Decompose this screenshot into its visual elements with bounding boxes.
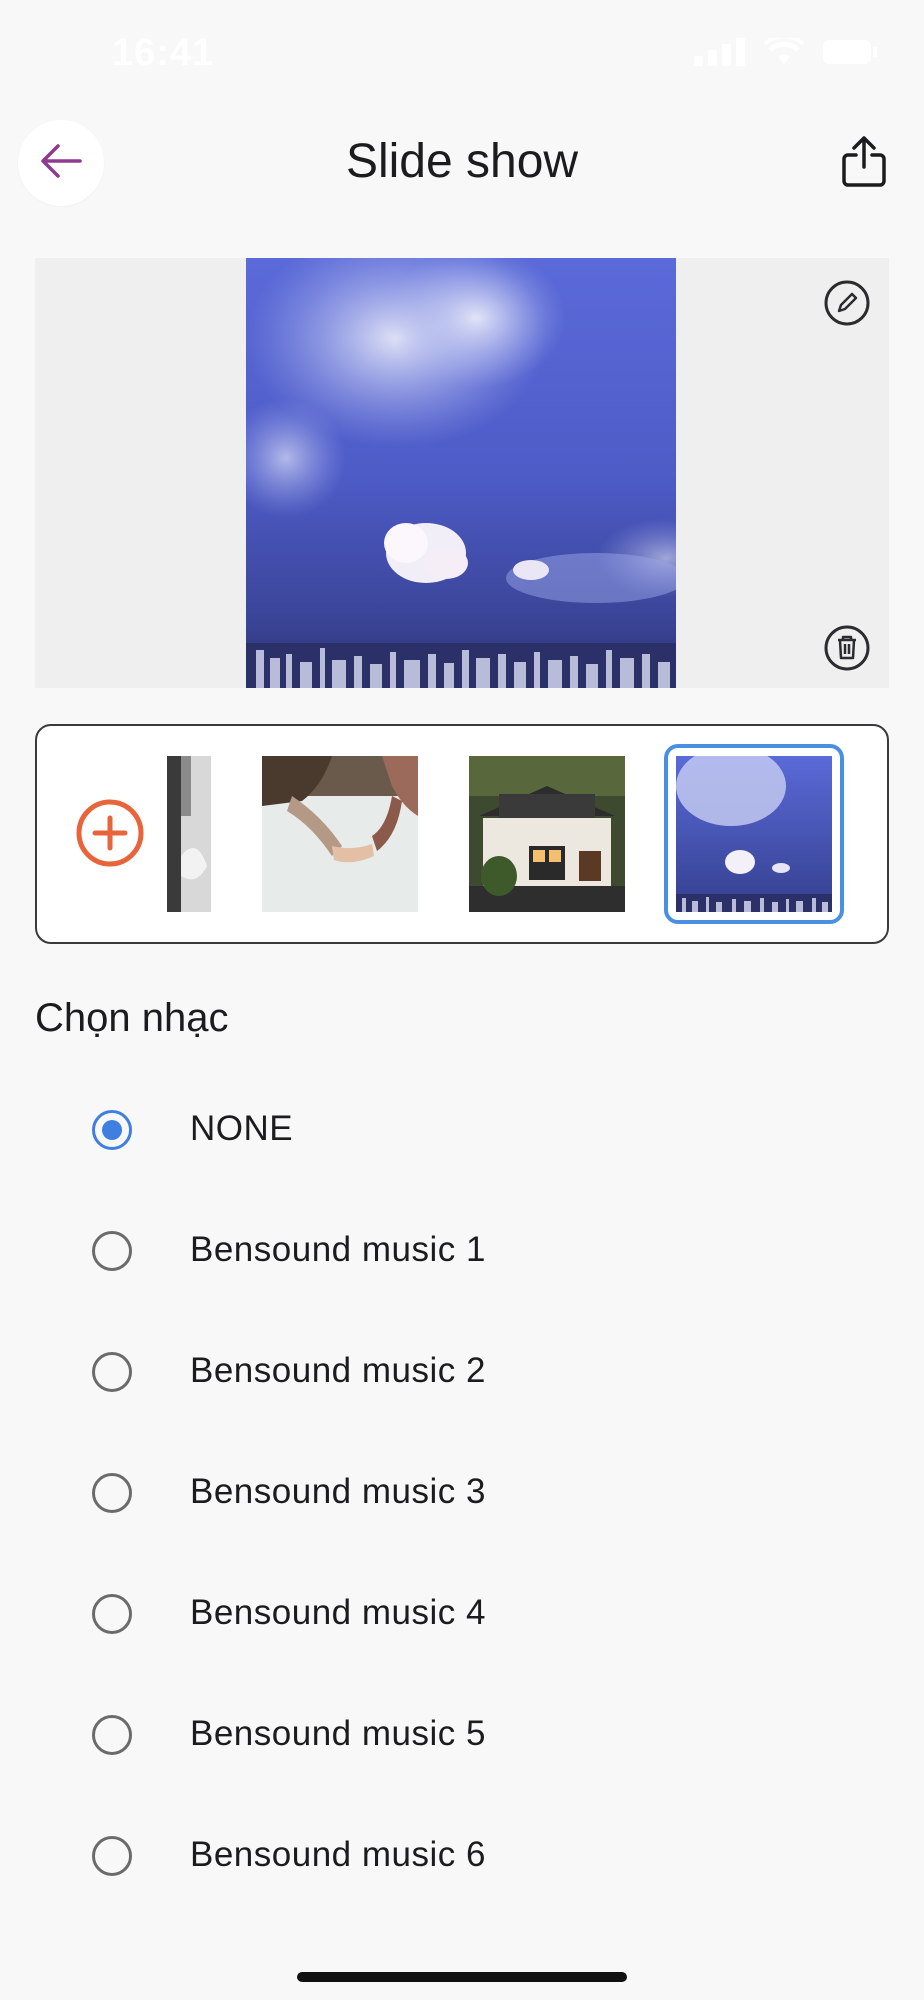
share-button[interactable] bbox=[834, 130, 894, 196]
edit-button[interactable] bbox=[822, 278, 872, 328]
music-option-3[interactable]: Bensound music 3 bbox=[0, 1433, 924, 1554]
thumbnail-item[interactable] bbox=[167, 756, 211, 912]
radio-button[interactable] bbox=[92, 1836, 132, 1876]
edit-icon bbox=[822, 280, 872, 332]
status-bar: 16:41 bbox=[0, 0, 924, 110]
slide-preview bbox=[35, 258, 889, 688]
header: Slide show bbox=[0, 110, 924, 220]
music-option-1[interactable]: Bensound music 1 bbox=[0, 1191, 924, 1312]
status-icons bbox=[694, 38, 878, 66]
page-title: Slide show bbox=[345, 135, 579, 188]
music-option-2[interactable]: Bensound music 2 bbox=[0, 1312, 924, 1433]
music-option-none[interactable]: NONE bbox=[0, 1070, 924, 1191]
radio-button[interactable] bbox=[92, 1231, 132, 1271]
music-option-label: Bensound music 5 bbox=[190, 1714, 486, 1753]
selected-thumbnail-frame bbox=[664, 744, 844, 924]
music-option-label: Bensound music 1 bbox=[190, 1230, 486, 1269]
music-option-4[interactable]: Bensound music 4 bbox=[0, 1554, 924, 1675]
add-photo-button[interactable] bbox=[75, 798, 145, 868]
music-option-label: Bensound music 6 bbox=[190, 1835, 486, 1874]
music-option-label: NONE bbox=[190, 1109, 294, 1148]
preview-image bbox=[246, 258, 676, 688]
home-indicator bbox=[297, 1972, 627, 1982]
radio-button-selected[interactable] bbox=[92, 1110, 132, 1150]
radio-button[interactable] bbox=[92, 1715, 132, 1755]
music-option-label: Bensound music 2 bbox=[190, 1351, 486, 1390]
radio-button[interactable] bbox=[92, 1594, 132, 1634]
radio-button[interactable] bbox=[92, 1352, 132, 1392]
trash-icon bbox=[822, 625, 872, 677]
thumbnail-item[interactable] bbox=[262, 756, 418, 912]
plus-circle-icon bbox=[75, 799, 145, 872]
battery-icon bbox=[822, 38, 878, 66]
music-option-5[interactable]: Bensound music 5 bbox=[0, 1675, 924, 1796]
music-option-label: Bensound music 4 bbox=[190, 1593, 486, 1632]
signal-icon bbox=[694, 38, 746, 66]
delete-button[interactable] bbox=[822, 623, 872, 673]
music-section-title: Chọn nhạc bbox=[35, 996, 229, 1040]
thumbnail-item[interactable] bbox=[469, 756, 625, 912]
music-option-6[interactable]: Bensound music 6 bbox=[0, 1796, 924, 1917]
thumbnail-strip[interactable] bbox=[35, 724, 889, 944]
music-option-label: Bensound music 3 bbox=[190, 1472, 486, 1511]
radio-button[interactable] bbox=[92, 1473, 132, 1513]
status-time: 16:41 bbox=[112, 32, 215, 74]
wifi-icon bbox=[764, 38, 804, 66]
share-icon bbox=[842, 135, 886, 192]
